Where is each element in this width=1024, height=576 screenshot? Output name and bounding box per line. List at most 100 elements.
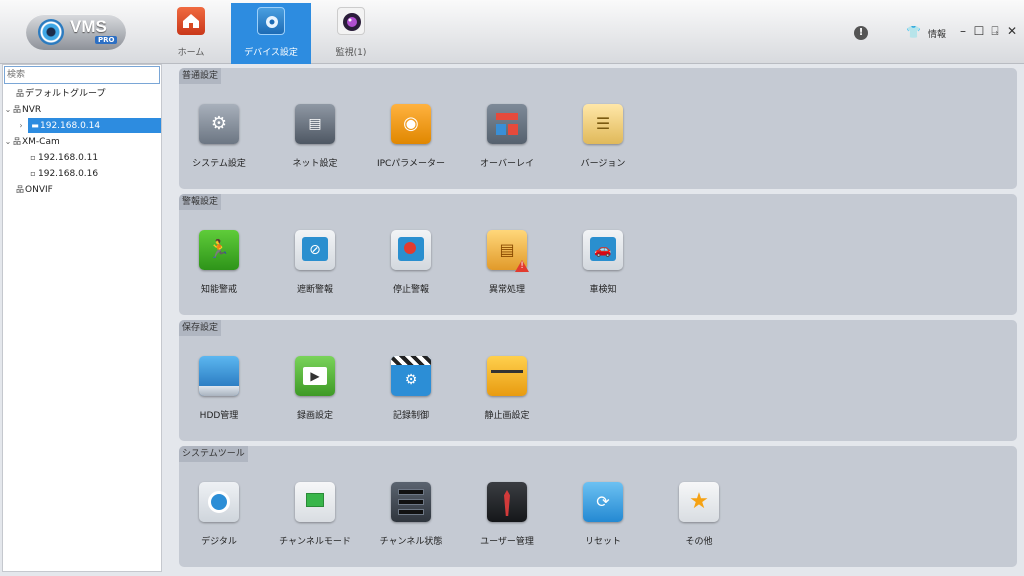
version-button[interactable]: ☰ バージョン bbox=[553, 104, 653, 169]
tree-item-nvr-device[interactable]: ▬192.168.0.14 bbox=[28, 118, 161, 133]
record-control-icon: ⚙ bbox=[391, 356, 431, 396]
item-label: ネット設定 bbox=[292, 159, 338, 169]
item-label: 停止警報 bbox=[392, 285, 429, 295]
stop-alarm-button[interactable]: 停止警報 bbox=[361, 230, 461, 295]
tab-device-settings-label: デバイス設定 bbox=[244, 48, 298, 58]
close-button[interactable]: ✕ bbox=[1006, 24, 1018, 38]
camera-icon: ▫ bbox=[30, 169, 36, 178]
abnormal-handling-icon: ▤! bbox=[487, 230, 529, 272]
alert-icon[interactable]: ! bbox=[854, 26, 868, 40]
section-storage-settings: 保存設定 HDD管理 ▶ 録画設定 ⚙ 記録制御 静止画設定 bbox=[179, 320, 1017, 441]
logo-badge: PRO bbox=[95, 36, 118, 44]
channel-status-button[interactable]: チャンネル状態 bbox=[361, 482, 461, 547]
home-icon bbox=[177, 7, 205, 35]
search-input[interactable] bbox=[4, 66, 160, 84]
tab-home-label: ホーム bbox=[177, 48, 205, 58]
item-label: 遮断警報 bbox=[296, 285, 333, 295]
chevron-down-icon[interactable]: ⌄ bbox=[4, 102, 12, 117]
mask-alarm-button[interactable]: ⊘ 遮断警報 bbox=[265, 230, 365, 295]
tree-item-nvr[interactable]: ⌄ 品NVR bbox=[3, 102, 42, 117]
overlay-button[interactable]: オーバーレイ bbox=[457, 104, 557, 169]
intelligent-alert-icon: 🏃 bbox=[199, 230, 239, 270]
digital-icon bbox=[199, 482, 239, 522]
abnormal-handling-button[interactable]: ▤! 異常処理 bbox=[457, 230, 557, 295]
tree-item-xm-cam[interactable]: ⌄ 品XM-Cam bbox=[3, 134, 60, 149]
maximize-button[interactable]: ☐ bbox=[973, 24, 985, 38]
car-detect-icon: 🚗 bbox=[583, 230, 623, 270]
item-label: オーバーレイ bbox=[480, 159, 534, 169]
tree-item-camera-11[interactable]: ▫ 192.168.0.11 bbox=[3, 150, 98, 165]
item-label: 録画設定 bbox=[296, 411, 333, 421]
channel-mode-button[interactable]: チャンネルモード bbox=[265, 482, 365, 547]
item-label: 車検知 bbox=[589, 285, 617, 295]
digital-button[interactable]: デジタル bbox=[169, 482, 269, 547]
hdd-management-button[interactable]: HDD管理 bbox=[169, 356, 269, 421]
device-settings-icon bbox=[257, 7, 285, 35]
user-management-icon bbox=[487, 482, 527, 522]
chevron-right-icon[interactable]: › bbox=[17, 118, 25, 133]
logout-button[interactable]: ⍈ bbox=[989, 24, 1001, 39]
channel-mode-icon bbox=[295, 482, 335, 522]
camera-monitor-icon bbox=[337, 7, 365, 35]
stop-alarm-icon bbox=[391, 230, 431, 270]
chevron-down-icon[interactable]: ⌄ bbox=[4, 134, 12, 149]
camera-icon: ▫ bbox=[30, 153, 36, 162]
item-label: チャンネルモード bbox=[279, 537, 351, 547]
tree-item-camera-16[interactable]: ▫ 192.168.0.16 bbox=[3, 166, 98, 181]
minimize-button[interactable]: – bbox=[957, 24, 969, 38]
tree-item-label: XM-Cam bbox=[22, 137, 60, 147]
tab-home[interactable]: ホーム bbox=[151, 3, 231, 64]
ipc-camera-icon: ◉ bbox=[391, 104, 431, 144]
item-label: システム設定 bbox=[192, 159, 246, 169]
device-icon: ▬ bbox=[31, 121, 39, 130]
item-label: 知能警戒 bbox=[200, 285, 237, 295]
tab-monitor-label: 監視(1) bbox=[335, 48, 367, 58]
overlay-icon bbox=[487, 104, 527, 144]
logo-text: VMS bbox=[70, 17, 107, 36]
system-settings-button[interactable]: ⚙ システム設定 bbox=[169, 104, 269, 169]
skin-shirt-icon[interactable]: 👕 bbox=[906, 26, 921, 39]
top-bar: VMS PRO ホーム デバイス設定 監視(1) ! 👕 情報 – ☐ ⍈ ✕ bbox=[0, 0, 1024, 64]
still-image-settings-button[interactable]: 静止画設定 bbox=[457, 356, 557, 421]
record-control-button[interactable]: ⚙ 記録制御 bbox=[361, 356, 461, 421]
car-detect-button[interactable]: 🚗 車検知 bbox=[553, 230, 653, 295]
network-icon: 品 bbox=[13, 137, 21, 146]
info-label[interactable]: 情報 bbox=[928, 27, 946, 40]
tree-item-label: 192.168.0.14 bbox=[40, 121, 101, 131]
user-management-button[interactable]: ユーザー管理 bbox=[457, 482, 557, 547]
tree-item-default-group[interactable]: 品デフォルトグループ bbox=[3, 86, 105, 101]
section-system-tools: システムツール デジタル チャンネルモード チャンネル状態 ユーザー管理 ⟳ リ… bbox=[179, 446, 1017, 567]
section-title: 警報設定 bbox=[179, 194, 222, 210]
tree-item-label: 192.168.0.16 bbox=[38, 169, 99, 179]
tree-item-onvif[interactable]: 品ONVIF bbox=[3, 182, 53, 197]
vms-pro-logo: VMS PRO bbox=[26, 14, 126, 50]
item-label: ユーザー管理 bbox=[480, 537, 534, 547]
record-settings-icon: ▶ bbox=[295, 356, 335, 396]
network-port-icon: ▤ bbox=[295, 104, 335, 144]
version-icon: ☰ bbox=[583, 104, 623, 144]
section-alarm-settings: 警報設定 🏃 知能警戒 ⊘ 遮断警報 停止警報 ▤! 異常処理 🚗 車検知 bbox=[179, 194, 1017, 315]
network-icon: 品 bbox=[16, 89, 24, 98]
record-settings-button[interactable]: ▶ 録画設定 bbox=[265, 356, 365, 421]
item-label: リセット bbox=[584, 537, 621, 547]
section-title: 保存設定 bbox=[179, 320, 222, 336]
device-tree-sidebar: 品デフォルトグループ ⌄品NVR › ▬192.168.0.14 ⌄品XM-Ca… bbox=[2, 64, 162, 572]
item-label: チャンネル状態 bbox=[379, 537, 443, 547]
tree-item-label: 192.168.0.11 bbox=[38, 153, 99, 163]
hdd-icon bbox=[199, 356, 239, 396]
ipc-parameters-button[interactable]: ◉ IPCパラメーター bbox=[361, 104, 461, 169]
tree-item-label: ONVIF bbox=[25, 185, 53, 195]
intelligent-alert-button[interactable]: 🏃 知能警戒 bbox=[169, 230, 269, 295]
tab-monitor[interactable]: 監視(1) bbox=[311, 3, 391, 64]
tab-device-settings[interactable]: デバイス設定 bbox=[231, 3, 311, 64]
section-title: 普通設定 bbox=[179, 68, 222, 84]
tree-item-label: デフォルトグループ bbox=[25, 89, 106, 99]
still-image-icon bbox=[487, 356, 527, 396]
item-label: バージョン bbox=[580, 159, 626, 169]
other-button[interactable]: ★ その他 bbox=[649, 482, 749, 547]
reset-button[interactable]: ⟳ リセット bbox=[553, 482, 653, 547]
item-label: IPCパラメーター bbox=[376, 159, 446, 169]
gear-icon: ⚙ bbox=[199, 104, 239, 144]
network-settings-button[interactable]: ▤ ネット設定 bbox=[265, 104, 365, 169]
item-label: 記録制御 bbox=[392, 411, 429, 421]
